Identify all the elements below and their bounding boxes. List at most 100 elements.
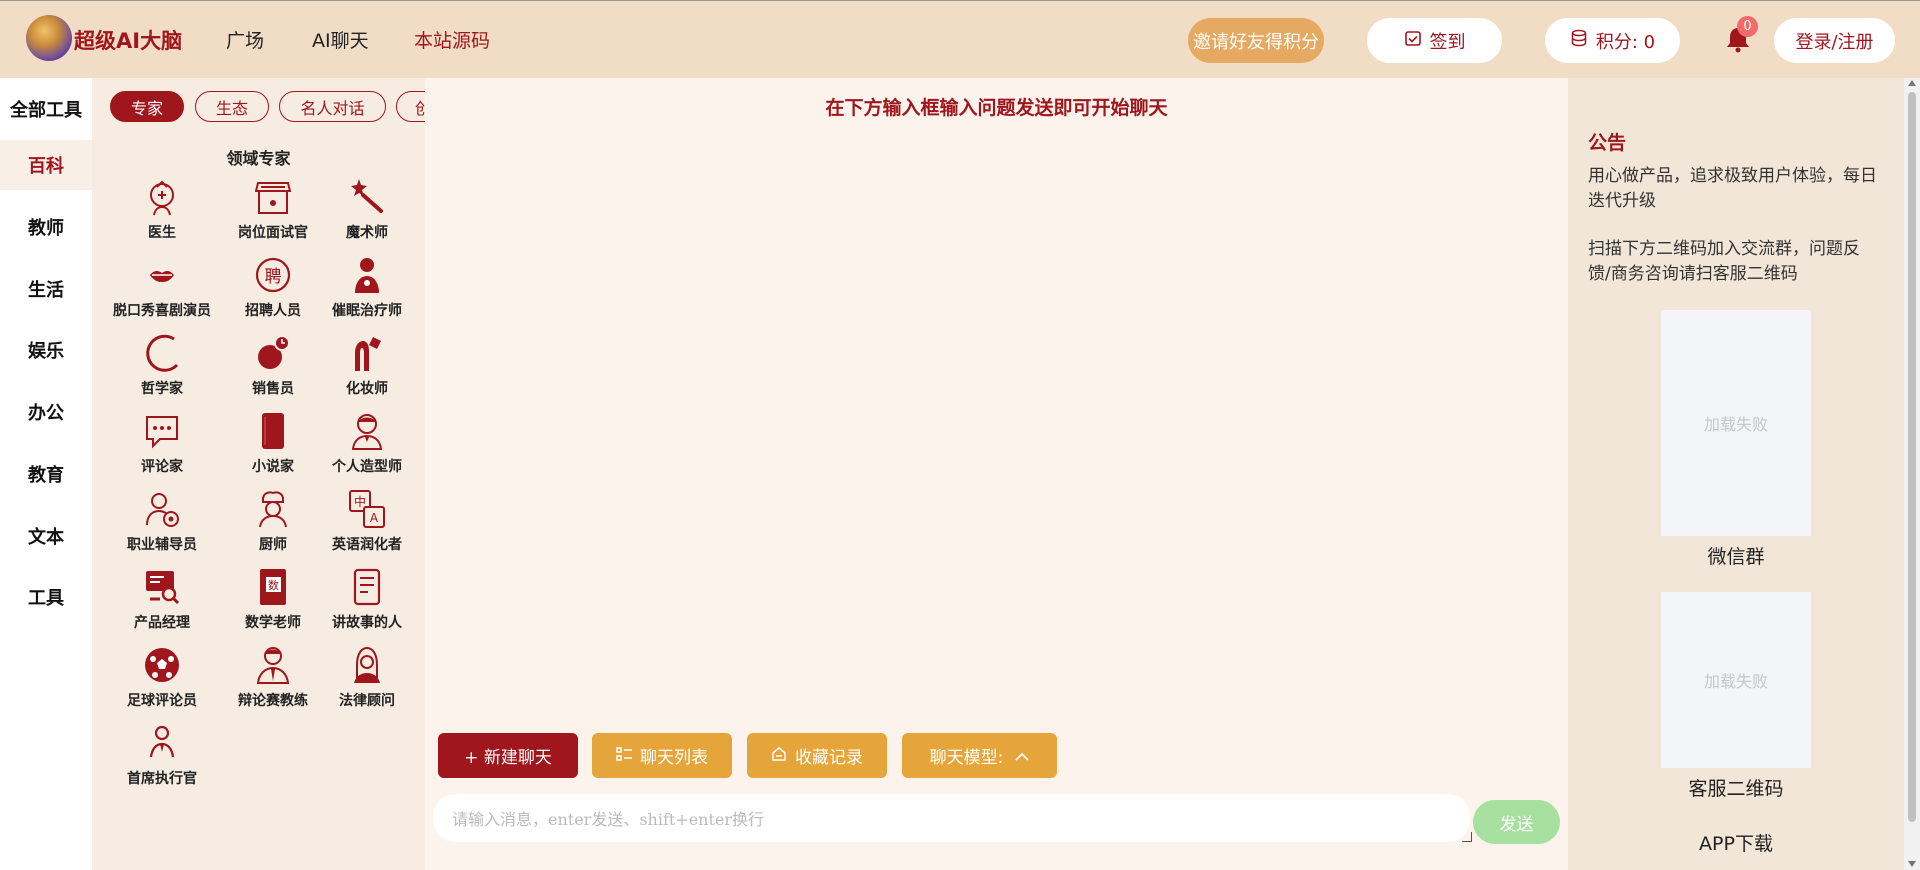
tool-magician[interactable]: 魔术师 — [312, 177, 422, 253]
invite-friends-button[interactable]: 邀请好友得积分 — [1188, 18, 1324, 63]
app-download-link[interactable]: APP下载 — [1568, 829, 1904, 856]
tool-label: 职业辅导员 — [127, 537, 197, 553]
scrollbar-thumb[interactable] — [1908, 92, 1916, 822]
tab-creative[interactable]: 创 — [396, 91, 425, 122]
points-button[interactable]: 积分: 0 — [1545, 18, 1680, 63]
chat-list-button[interactable]: 聊天列表 — [592, 733, 732, 778]
tool-football-commentator[interactable]: 足球评论员 — [107, 645, 217, 721]
chef-icon — [259, 491, 287, 528]
tool-makeup-artist[interactable]: 化妆师 — [312, 333, 422, 409]
svg-text:聘: 聘 — [265, 267, 282, 287]
announcement-text: 用心做产品，追求极致用户体验，每日迭代升级 — [1588, 166, 1877, 211]
announcement-panel: 公告 用心做产品，追求极致用户体验，每日迭代升级 扫描下方二维码加入交流群，问题… — [1568, 78, 1904, 870]
category-sidebar: 全部工具 百科 教师 生活 娱乐 办公 教育 文本 工具 — [0, 78, 92, 870]
tool-panel: 专家 生态 名人对话 创 领域专家 医生 岗位面试官 魔术师 脱口秀喜剧演员 聘… — [92, 78, 425, 870]
sales-icon — [258, 335, 290, 369]
tool-personal-stylist[interactable]: 个人造型师 — [312, 411, 422, 487]
tool-critic[interactable]: 评论家 — [107, 411, 217, 487]
signin-label: 签到 — [1429, 31, 1466, 53]
invite-label: 邀请好友得积分 — [1193, 31, 1319, 53]
makeup-icon — [355, 337, 381, 371]
scroll-down-arrow-icon[interactable] — [1908, 861, 1916, 867]
tool-ceo[interactable]: 首席执行官 — [107, 723, 217, 799]
stylist-icon — [351, 414, 383, 450]
chat-list-label: 聊天列表 — [640, 748, 708, 768]
debate-icon — [256, 647, 290, 684]
tool-career-counselor[interactable]: 职业辅导员 — [107, 489, 217, 565]
points-label: 积分: 0 — [1595, 31, 1656, 53]
lawyer-icon — [354, 646, 380, 683]
lips-icon — [150, 270, 174, 282]
career-icon — [146, 493, 179, 527]
category-office[interactable]: 办公 — [0, 387, 92, 437]
all-tools-tab[interactable]: 全部工具 — [0, 78, 92, 140]
scroll-up-arrow-icon[interactable] — [1908, 80, 1916, 86]
tool-philosopher[interactable]: 哲学家 — [107, 333, 217, 409]
svg-text:A: A — [370, 511, 379, 525]
tool-label: 产品经理 — [134, 615, 190, 631]
page-scrollbar[interactable] — [1904, 78, 1920, 870]
tab-celebrity-dialog[interactable]: 名人对话 — [279, 91, 386, 122]
collect-box-icon — [771, 746, 787, 766]
category-life[interactable]: 生活 — [0, 264, 92, 314]
category-text[interactable]: 文本 — [0, 511, 92, 561]
tool-label: 催眠治疗师 — [332, 303, 402, 319]
wechat-group-qr: 加载失败 — [1661, 310, 1811, 536]
tool-label: 讲故事的人 — [332, 615, 402, 631]
notification-badge: 0 — [1737, 16, 1758, 37]
tool-label: 英语润化者 — [332, 537, 402, 553]
tool-doctor[interactable]: 医生 — [107, 177, 217, 253]
category-encyclopedia[interactable]: 百科 — [0, 140, 92, 190]
svg-text:数: 数 — [268, 579, 279, 592]
tool-label: 医生 — [148, 225, 176, 241]
nav-ai-chat[interactable]: AI聊天 — [312, 26, 369, 53]
start-chat-hint: 在下方输入框输入问题发送即可开始聊天 — [825, 97, 1168, 119]
math-book-icon: 数 — [260, 569, 286, 605]
tool-hypnotherapist[interactable]: 催眠治疗师 — [312, 255, 422, 331]
favorites-label: 收藏记录 — [795, 748, 863, 768]
signin-button[interactable]: 签到 — [1367, 18, 1502, 63]
brain-logo-icon[interactable] — [26, 15, 72, 61]
resize-handle-icon[interactable] — [1462, 832, 1472, 842]
tool-product-manager[interactable]: 产品经理 — [107, 567, 217, 643]
crescent-icon — [146, 334, 179, 372]
tab-ecology[interactable]: 生态 — [195, 91, 269, 122]
product-icon — [146, 571, 180, 605]
top-header: 超级AI大脑 广场 AI聊天 本站源码 邀请好友得积分 签到 积分: 0 0 登… — [0, 0, 1920, 78]
tab-experts[interactable]: 专家 — [110, 91, 184, 122]
chat-model-selector[interactable]: 聊天模型: — [902, 733, 1057, 778]
database-coins-icon — [1570, 29, 1588, 52]
tool-label: 哲学家 — [141, 381, 183, 397]
customer-service-qr: 加载失败 — [1661, 592, 1811, 768]
customer-service-caption: 客服二维码 — [1688, 778, 1784, 800]
hypnotist-icon — [355, 258, 379, 293]
favorites-button[interactable]: 收藏记录 — [747, 733, 887, 778]
new-chat-button[interactable]: + 新建聊天 — [438, 733, 578, 778]
tool-label: 评论家 — [141, 459, 183, 475]
category-tools[interactable]: 工具 — [0, 572, 92, 622]
category-teacher[interactable]: 教师 — [0, 202, 92, 252]
nav-source-code[interactable]: 本站源码 — [414, 26, 490, 53]
login-register-button[interactable]: 登录/注册 — [1774, 18, 1895, 63]
send-button[interactable]: 发送 — [1473, 800, 1560, 844]
tool-english-polisher[interactable]: 中A 英语润化者 — [312, 489, 422, 565]
nav-plaza[interactable]: 广场 — [226, 26, 264, 53]
hire-icon: 聘 — [255, 257, 291, 293]
brand-title[interactable]: 超级AI大脑 — [74, 25, 182, 55]
football-icon — [145, 648, 179, 682]
tool-label: 足球评论员 — [127, 693, 197, 709]
ceo-icon — [149, 725, 175, 758]
magic-wand-icon — [351, 179, 383, 213]
checkin-calendar-icon — [1404, 29, 1422, 52]
book-icon — [262, 413, 284, 449]
category-entertainment[interactable]: 娱乐 — [0, 325, 92, 375]
document-icon — [353, 568, 381, 606]
tool-comedian[interactable]: 脱口秀喜剧演员 — [107, 255, 217, 331]
message-input[interactable]: 请输入消息，enter发送、shift+enter换行 — [433, 794, 1470, 842]
category-education[interactable]: 教育 — [0, 449, 92, 499]
list-icon — [616, 746, 632, 765]
tool-legal-advisor[interactable]: 法律顾问 — [312, 645, 422, 721]
login-label: 登录/注册 — [1795, 31, 1874, 53]
tool-storyteller[interactable]: 讲故事的人 — [312, 567, 422, 643]
comment-icon — [146, 416, 178, 449]
